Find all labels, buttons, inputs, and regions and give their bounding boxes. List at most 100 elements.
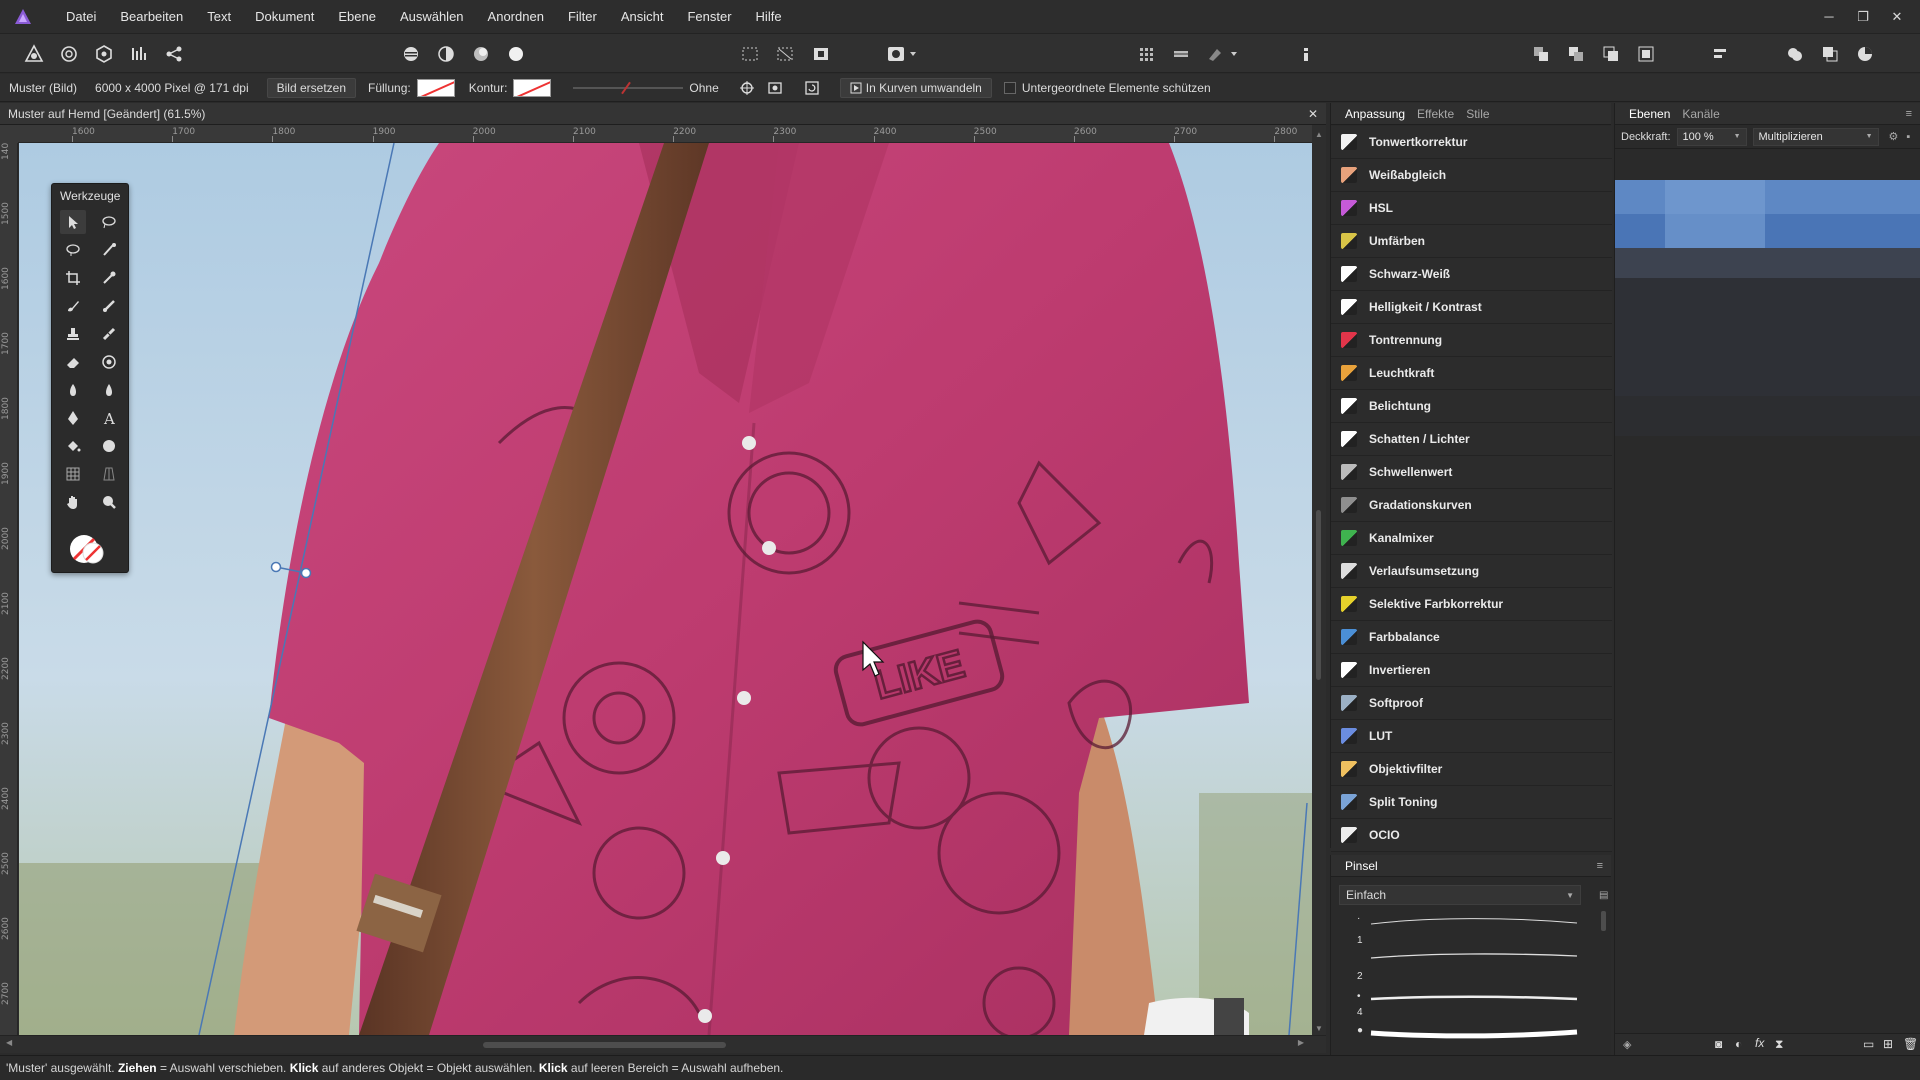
adjustment-item[interactable]: HSL [1331,192,1612,225]
marquee-select-icon[interactable] [737,42,763,66]
adjustment-item[interactable]: LUT [1331,720,1612,753]
menu-item-anordnen[interactable]: Anordnen [476,0,556,33]
scroll-up-icon[interactable]: ▲ [1315,130,1323,139]
tone-mapping-persona-icon[interactable] [126,42,152,66]
add-layer-icon[interactable]: ⊞ [1883,1037,1893,1051]
document-canvas[interactable]: LIKE [19,143,1312,1035]
arrange-front-icon[interactable] [1633,42,1659,66]
document-tab[interactable]: Muster auf Hemd [Geändert] (61.5%) ✕ [0,103,1326,125]
adjustment-item[interactable]: Umfärben [1331,225,1612,258]
horizontal-scroll-thumb[interactable] [483,1042,726,1048]
vertical-ruler[interactable]: 1400 1500 1600 1700 1800 1900 2000 2100 2200 2300… [0,125,18,1035]
crop-tool-icon[interactable] [60,266,86,290]
menu-item-fenster[interactable]: Fenster [675,0,743,33]
minimize-button[interactable]: ─ [1812,9,1846,24]
layer-row[interactable] [1615,248,1920,278]
layer-row-selected[interactable] [1615,214,1920,248]
adjustment-item[interactable]: Tonwertkorrektur [1331,126,1612,159]
freehand-selection-icon[interactable] [96,210,122,234]
adjustment-item[interactable]: Schwellenwert [1331,456,1612,489]
adjustment-item[interactable]: Tontrennung [1331,324,1612,357]
adjustment-item[interactable]: Objektivfilter [1331,753,1612,786]
adjustment-item[interactable]: Schwarz-Weiß [1331,258,1612,291]
hand-tool-icon[interactable] [60,490,86,514]
color-replacement-tool-icon[interactable] [96,294,122,318]
selection-brush-icon[interactable] [96,238,122,262]
dodge-tool-icon[interactable] [60,378,86,402]
layer-row-selected[interactable] [1615,180,1920,214]
snapping-grid-icon[interactable] [1133,42,1159,66]
text-tool-icon[interactable]: A [96,406,122,430]
pen-tool-icon[interactable] [60,406,86,430]
align-icon[interactable] [1168,42,1194,66]
clone-tool-icon[interactable] [60,322,86,346]
adjustment-item[interactable]: Softproof [1331,687,1612,720]
tab-brushes[interactable]: Pinsel [1345,859,1378,873]
scroll-right-icon[interactable]: ▶ [1298,1038,1304,1047]
horizontal-scrollbar[interactable]: ◀ ▶ [0,1035,1326,1053]
healing-brush-icon[interactable] [96,322,122,346]
affinity-photo-logo-icon[interactable] [12,6,34,28]
opacity-select[interactable]: 100 % ▼ [1676,127,1747,146]
move-tool-icon[interactable] [60,210,86,234]
blend-mode-select[interactable]: Multiplizieren ▼ [1752,127,1879,146]
auto-colors-icon[interactable] [468,42,494,66]
flood-fill-tool-icon[interactable] [60,434,86,458]
context-help-icon[interactable] [1293,42,1319,66]
boolean-subtract-icon[interactable] [1817,42,1843,66]
adjustment-item[interactable]: Invertieren [1331,654,1612,687]
arrange-forward-icon[interactable] [1598,42,1624,66]
liquify-persona-icon[interactable] [56,42,82,66]
eraser-tool-icon[interactable] [60,350,86,374]
stroke-width-slider[interactable] [573,81,684,94]
arrange-back-icon[interactable] [1528,42,1554,66]
close-document-icon[interactable]: ✕ [1308,107,1318,121]
menu-item-text[interactable]: Text [195,0,243,33]
menu-item-ebene[interactable]: Ebene [326,0,388,33]
menu-item-ansicht[interactable]: Ansicht [609,0,676,33]
menu-item-dokument[interactable]: Dokument [243,0,326,33]
deselect-icon[interactable] [772,42,798,66]
export-persona-icon[interactable] [161,42,187,66]
tab-anpassung[interactable]: Anpassung [1345,107,1405,121]
arrange-backward-icon[interactable] [1563,42,1589,66]
menu-item-datei[interactable]: Datei [54,0,108,33]
menu-item-hilfe[interactable]: Hilfe [744,0,794,33]
adjustment-item[interactable]: Kanalmixer [1331,522,1612,555]
adjustment-item[interactable]: Belichtung [1331,390,1612,423]
alignment-options-icon[interactable] [1707,42,1733,66]
brush-scroll-thumb[interactable] [1601,911,1606,931]
mesh-warp-tool-icon[interactable] [60,462,86,486]
perspective-tool-icon[interactable] [96,462,122,486]
layer-row[interactable] [1615,278,1920,396]
brush-category-select[interactable]: Einfach ▼ [1339,885,1581,905]
fill-swatch[interactable] [416,78,455,97]
menu-item-filter[interactable]: Filter [556,0,609,33]
transform-origin-icon[interactable] [736,78,758,98]
eyedropper-tool-icon[interactable] [96,266,122,290]
layer-row[interactable] [1615,396,1920,436]
quick-mask-icon[interactable] [884,42,920,66]
auto-white-balance-icon[interactable] [503,42,529,66]
lasso-tool-icon[interactable] [60,238,86,262]
color-swatch-icon[interactable] [68,530,108,568]
tab-stile[interactable]: Stile [1466,107,1489,121]
rotation-handle[interactable] [270,561,282,573]
snapping-magnet-icon[interactable] [1203,42,1243,66]
rotate-image-icon[interactable] [801,78,823,98]
adjustment-item[interactable]: Selektive Farbkorrektur [1331,588,1612,621]
mask-layer-icon[interactable]: ◙ [1715,1037,1722,1051]
close-window-button[interactable]: ✕ [1880,9,1914,25]
blur-tool-icon[interactable] [96,378,122,402]
adjustment-item[interactable]: Split Toning [1331,786,1612,819]
shape-tool-icon[interactable] [96,434,122,458]
adjustment-item[interactable]: Helligkeit / Kontrast [1331,291,1612,324]
panel-menu-icon[interactable]: ≡ [1906,108,1912,120]
horizontal-ruler[interactable]: 1600 1700 1800 1900 2000 2100 2200 2300 2400 2500… [18,125,1312,143]
auto-contrast-icon[interactable] [433,42,459,66]
adjustment-layer-icon[interactable]: ◐ [1735,1037,1742,1051]
scroll-left-icon[interactable]: ◀ [6,1038,12,1047]
zoom-tool-icon[interactable] [96,490,122,514]
lock-icon[interactable]: ▪ [1906,131,1910,143]
adjustment-item[interactable]: Schatten / Lichter [1331,423,1612,456]
